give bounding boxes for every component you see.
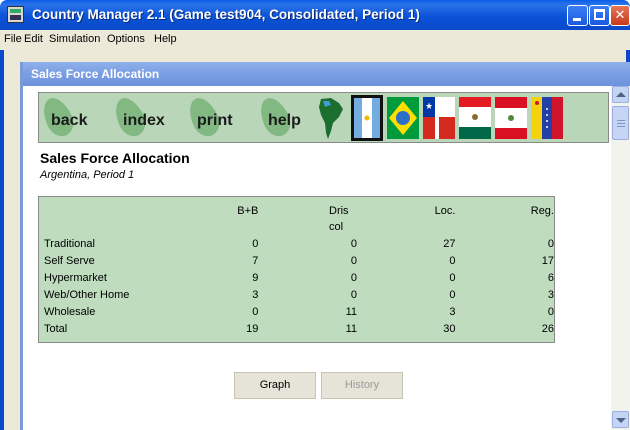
cell: 0 xyxy=(252,238,259,250)
close-icon: ✕ xyxy=(614,8,626,23)
cell: 11 xyxy=(345,306,357,318)
cell: 0 xyxy=(449,289,456,301)
table-header-empty xyxy=(44,202,192,236)
cell: 0 xyxy=(449,255,456,267)
south-america-map-icon[interactable] xyxy=(315,95,347,141)
back-label: back xyxy=(51,112,88,129)
app-icon xyxy=(7,6,24,23)
table-header: Reg. xyxy=(530,205,554,217)
row-label: Wholesale xyxy=(44,306,96,318)
argentina-flag-icon[interactable] xyxy=(351,95,383,141)
table-row: Wholesale 0 11 3 0 xyxy=(44,304,554,321)
scroll-down-button[interactable] xyxy=(612,411,629,428)
page-subtitle: Argentina, Period 1 xyxy=(40,169,135,181)
cell: 3 xyxy=(449,306,456,318)
cell: 3 xyxy=(252,289,259,301)
menu-help[interactable]: Help xyxy=(154,33,177,45)
venezuela-flag-icon[interactable] xyxy=(531,95,563,141)
cell: 17 xyxy=(541,255,554,267)
row-label: Self Serve xyxy=(44,255,95,267)
brazil-flag-icon[interactable] xyxy=(387,95,419,141)
table-row-total: Total 19 11 30 26 xyxy=(44,321,554,338)
svg-text:★: ★ xyxy=(425,102,433,112)
table-header: B+B xyxy=(237,205,259,217)
window-title: Country Manager 2.1 (Game test904, Conso… xyxy=(32,7,420,22)
cell: 0 xyxy=(252,306,259,318)
cell: 0 xyxy=(350,272,357,284)
cell: 7 xyxy=(252,255,259,267)
maximize-icon xyxy=(594,9,605,20)
cell: 9 xyxy=(252,272,259,284)
table-row: Self Serve 7 0 0 17 xyxy=(44,253,554,270)
close-button[interactable]: ✕ xyxy=(610,5,630,26)
cell: 30 xyxy=(443,323,456,335)
grip-line xyxy=(617,123,625,124)
table-row: Traditional 0 0 27 0 xyxy=(44,236,554,253)
window-titlebar[interactable]: Country Manager 2.1 (Game test904, Conso… xyxy=(0,0,630,30)
peru-flag-icon[interactable] xyxy=(495,95,527,141)
vertical-scrollbar[interactable] xyxy=(611,86,630,430)
nav-toolbar: back index print help ★ xyxy=(37,92,609,143)
chile-flag-icon[interactable]: ★ xyxy=(423,95,455,141)
chevron-up-icon xyxy=(616,92,626,97)
allocation-table-panel: B+B Dris col Loc. Reg. Traditional 0 0 2… xyxy=(38,196,555,343)
chevron-down-icon xyxy=(616,418,626,423)
menu-simulation[interactable]: Simulation xyxy=(49,33,100,45)
table-row: Web/Other Home 3 0 0 3 xyxy=(44,287,554,304)
menu-options[interactable]: Options xyxy=(107,33,145,45)
content-area: back index print help ★ Sales Force Allo… xyxy=(23,86,611,430)
index-button[interactable]: index xyxy=(109,93,185,141)
row-label: Traditional xyxy=(44,238,95,250)
cell: 0 xyxy=(547,238,554,250)
frame-border-left xyxy=(0,50,4,430)
print-label: print xyxy=(197,112,233,129)
cell: 0 xyxy=(449,272,456,284)
cell: 0 xyxy=(350,238,357,250)
child-window-title: Sales Force Allocation xyxy=(31,67,160,81)
table-header: Loc. xyxy=(434,205,456,217)
table-header-row: B+B Dris col Loc. Reg. xyxy=(44,202,554,236)
grip-line xyxy=(617,126,625,127)
help-label: help xyxy=(268,112,301,129)
table-header: Dris col xyxy=(258,202,357,236)
history-button[interactable]: History xyxy=(321,372,403,399)
index-label: index xyxy=(123,112,165,129)
allocation-table: B+B Dris col Loc. Reg. Traditional 0 0 2… xyxy=(44,202,554,338)
back-button[interactable]: back xyxy=(37,93,113,141)
minimize-button[interactable] xyxy=(567,5,588,26)
cell: 0 xyxy=(547,306,554,318)
row-label: Hypermarket xyxy=(44,272,107,284)
table-row: Hypermarket 9 0 0 6 xyxy=(44,270,554,287)
cell: 19 xyxy=(246,323,259,335)
cell: 0 xyxy=(350,289,357,301)
menu-edit[interactable]: Edit xyxy=(24,33,43,45)
cell: 26 xyxy=(541,323,554,335)
maximize-button[interactable] xyxy=(589,5,610,26)
cell: 11 xyxy=(345,323,357,335)
print-button[interactable]: print xyxy=(183,93,259,141)
page-title: Sales Force Allocation xyxy=(40,150,190,166)
scroll-up-button[interactable] xyxy=(612,86,629,103)
cell: 6 xyxy=(547,272,554,284)
minimize-icon xyxy=(573,18,581,21)
mexico-flag-icon[interactable] xyxy=(459,95,491,141)
cell: 0 xyxy=(350,255,357,267)
child-window-titlebar[interactable]: Sales Force Allocation xyxy=(23,62,630,86)
graph-button[interactable]: Graph xyxy=(234,372,316,399)
menu-file[interactable]: File xyxy=(4,33,22,45)
grip-line xyxy=(617,120,625,121)
cell: 3 xyxy=(547,289,554,301)
table-header-label: Dris col xyxy=(329,205,349,233)
cell: 27 xyxy=(443,238,456,250)
row-label: Web/Other Home xyxy=(44,289,130,301)
scroll-thumb[interactable] xyxy=(612,106,629,140)
row-label: Total xyxy=(44,323,68,335)
menubar: File Edit Simulation Options Help xyxy=(0,30,630,50)
